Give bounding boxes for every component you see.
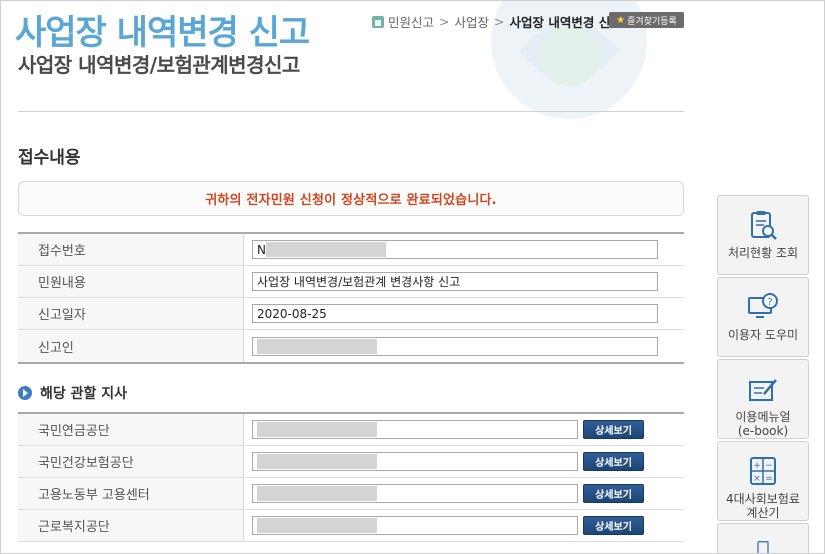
clipboard-search-icon	[751, 211, 777, 240]
completion-notice: 귀하의 전자민원 신청이 정상적으로 완료되었습니다.	[18, 181, 684, 216]
quick-menu-calculator[interactable]: + − × = 4대사회보험료 계산기	[717, 441, 809, 521]
monitor-help-icon: ?	[748, 293, 778, 318]
quick-menu-label: 이용자 도우미	[727, 328, 799, 342]
breadcrumb-item[interactable]: 사업장	[455, 12, 490, 31]
agency-label: 국민건강보험공단	[18, 446, 244, 477]
chevron-right-icon: >	[494, 14, 505, 29]
redacted-block	[257, 518, 377, 533]
redacted-block	[257, 486, 377, 501]
quick-menu-more[interactable]	[717, 523, 809, 553]
table-row: 국민연금공단 상세보기	[18, 414, 684, 446]
table-row: 접수번호 N	[18, 234, 684, 266]
breadcrumb: 민원신고 > 사업장 > 사업장 내역변경 신고	[372, 12, 622, 31]
breadcrumb-current: 사업장 내역변경 신고	[509, 15, 622, 30]
svg-text:?: ?	[767, 297, 772, 308]
document-icon	[757, 541, 769, 553]
breadcrumb-item[interactable]: 민원신고	[388, 12, 434, 31]
page-frame: 사업장 내역변경 신고 사업장 내역변경/보험관계변경신고 민원신고 > 사업장…	[0, 0, 825, 554]
receipt-info-table: 접수번호 N 민원내용 사업장 내역변경/보험관계 변경사항 신고 신고일자 2…	[18, 232, 684, 364]
agency-section-label: 해당 관할 지사	[40, 386, 128, 402]
quick-menu-status-lookup[interactable]: 처리현황 조회	[717, 195, 809, 275]
agency-section-title: 해당 관할 지사	[18, 383, 127, 403]
receipt-number-label: 접수번호	[18, 234, 244, 265]
star-icon: ★	[616, 14, 626, 26]
table-row: 신고일자 2020-08-25	[18, 298, 684, 330]
table-row: 근로복지공단 상세보기	[18, 510, 684, 542]
redacted-block	[257, 422, 377, 437]
detail-button[interactable]: 상세보기	[583, 484, 644, 503]
quick-menu-label: 처리현황 조회	[727, 246, 799, 260]
agency-label: 고용노동부 고용센터	[18, 478, 244, 509]
page-subtitle: 사업장 내역변경/보험관계변경신고	[18, 53, 300, 77]
receipt-number-value: N	[257, 242, 266, 257]
svg-text:×: ×	[753, 474, 761, 484]
table-row: 국민건강보험공단 상세보기	[18, 446, 684, 478]
svg-text:=: =	[765, 474, 773, 484]
header-divider	[18, 111, 684, 112]
svg-text:−: −	[765, 461, 773, 471]
report-date-field: 2020-08-25	[252, 304, 658, 323]
quick-menu: 처리현황 조회 ? 이용자 도우미 이용메뉴얼 (e-book) + − × =…	[717, 195, 809, 553]
agency-label: 근로복지공단	[18, 510, 244, 541]
redacted-block	[257, 454, 377, 469]
redacted-block	[265, 242, 386, 257]
add-favorite-label: 즐겨찾기등록	[627, 16, 677, 27]
agency-label: 국민연금공단	[18, 414, 244, 445]
edit-document-icon	[749, 379, 777, 401]
table-row: 신고인	[18, 330, 684, 362]
report-date-value: 2020-08-25	[257, 306, 327, 321]
section-title: 접수내용	[18, 148, 81, 168]
add-favorite-button[interactable]: ★ 즐겨찾기등록	[609, 12, 684, 28]
detail-button[interactable]: 상세보기	[583, 420, 644, 439]
report-date-label: 신고일자	[18, 298, 244, 329]
quick-menu-label: 4대사회보험료 계산기	[726, 492, 800, 520]
quick-menu-manual[interactable]: 이용메뉴얼 (e-book)	[717, 359, 809, 439]
calculator-icon: + − × =	[750, 457, 776, 485]
complaint-content-label: 민원내용	[18, 266, 244, 297]
quick-menu-user-help[interactable]: ? 이용자 도우미	[717, 277, 809, 357]
redacted-block	[257, 338, 377, 354]
agency-table: 국민연금공단 상세보기 국민건강보험공단 상세보기 고용노동부 고용센터 상세보…	[18, 412, 684, 542]
agency-field	[252, 452, 578, 471]
agency-field	[252, 516, 578, 535]
table-row: 고용노동부 고용센터 상세보기	[18, 478, 684, 510]
complaint-content-value: 사업장 내역변경/보험관계 변경사항 신고	[257, 275, 461, 289]
receipt-number-field: N	[252, 240, 658, 259]
agency-field	[252, 484, 578, 503]
table-row: 민원내용 사업장 내역변경/보험관계 변경사항 신고	[18, 266, 684, 298]
svg-text:+: +	[753, 461, 761, 471]
play-bullet-icon	[18, 386, 32, 400]
chevron-right-icon: >	[439, 14, 450, 29]
agency-field	[252, 420, 578, 439]
reporter-label: 신고인	[18, 330, 244, 362]
detail-button[interactable]: 상세보기	[583, 516, 644, 535]
completion-message: 귀하의 전자민원 신청이 정상적으로 완료되었습니다.	[205, 193, 497, 208]
quick-menu-label: 이용메뉴얼 (e-book)	[735, 410, 791, 438]
complaint-content-field: 사업장 내역변경/보험관계 변경사항 신고	[252, 272, 658, 291]
page-title: 사업장 내역변경 신고	[15, 13, 310, 53]
detail-button[interactable]: 상세보기	[583, 452, 644, 471]
reporter-field	[252, 336, 658, 356]
home-icon[interactable]	[372, 15, 384, 28]
